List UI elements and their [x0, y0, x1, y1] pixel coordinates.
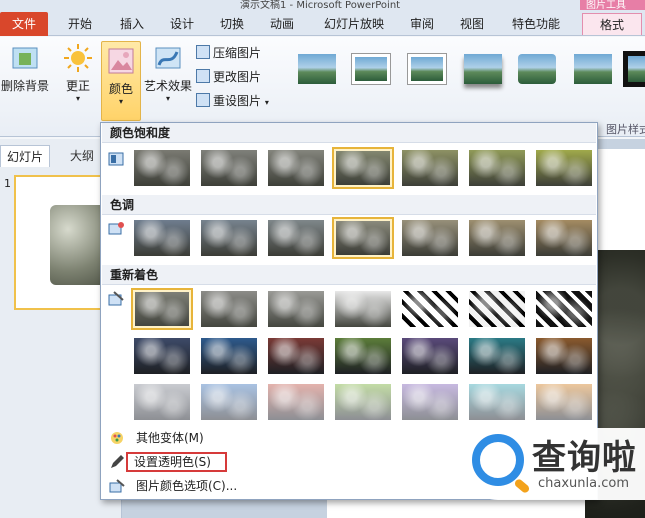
color-swatch[interactable]	[466, 381, 528, 423]
picture-style-option[interactable]	[405, 51, 449, 87]
chevron-down-icon: ▾	[75, 94, 80, 103]
color-swatch[interactable]	[466, 147, 528, 189]
reset-picture-button[interactable]: 重设图片 ▾	[196, 91, 269, 111]
artistic-effects-icon	[153, 43, 183, 73]
color-swatch[interactable]	[533, 147, 595, 189]
tab-review[interactable]: 审阅	[402, 13, 442, 35]
color-swatch[interactable]	[198, 217, 260, 259]
picture-color-icon	[106, 46, 136, 76]
chevron-down-icon: ▾	[165, 94, 170, 103]
color-tone-icon	[108, 221, 124, 237]
tab-slideshow[interactable]: 幻灯片放映	[318, 13, 390, 35]
tab-slides[interactable]: 幻灯片	[0, 145, 51, 167]
color-options-icon	[109, 478, 125, 494]
tab-special-features[interactable]: 特色功能	[506, 13, 566, 35]
color-swatch[interactable]	[131, 381, 193, 423]
color-swatch[interactable]	[198, 381, 260, 423]
color-swatch[interactable]	[533, 381, 595, 423]
color-tone-header: 色调	[102, 195, 596, 215]
color-swatch[interactable]	[466, 217, 528, 259]
artistic-effects-button[interactable]: 艺术效果 ▾	[144, 43, 192, 104]
picture-styles-gallery	[287, 41, 645, 103]
color-swatch[interactable]	[198, 147, 260, 189]
color-swatch[interactable]	[198, 335, 260, 377]
color-swatch[interactable]	[198, 288, 260, 330]
color-saturation-header: 颜色饱和度	[102, 123, 596, 143]
color-swatch[interactable]	[466, 288, 528, 330]
color-swatch[interactable]	[265, 147, 327, 189]
tab-transitions[interactable]: 切换	[212, 13, 252, 35]
color-swatch[interactable]	[332, 217, 394, 259]
tab-home[interactable]: 开始	[60, 13, 100, 35]
color-swatch[interactable]	[533, 217, 595, 259]
recolor-icon	[108, 291, 124, 307]
picture-style-option[interactable]	[571, 51, 615, 87]
recolor-header: 重新着色	[102, 265, 596, 285]
color-swatch[interactable]	[332, 335, 394, 377]
color-swatch[interactable]	[265, 288, 327, 330]
color-swatch[interactable]	[332, 288, 394, 330]
tab-outline[interactable]: 大纲	[64, 145, 100, 167]
remove-background-button[interactable]: 删除背景	[0, 43, 50, 94]
color-button[interactable]: 颜色 ▾	[101, 41, 141, 121]
saturation-icon	[108, 151, 124, 167]
color-swatch[interactable]	[131, 335, 193, 377]
tab-format[interactable]: 格式	[582, 13, 642, 35]
remove-background-icon	[10, 43, 40, 73]
tab-file[interactable]: 文件	[0, 12, 48, 36]
tab-design[interactable]: 设计	[162, 13, 202, 35]
picture-style-option[interactable]	[461, 51, 505, 87]
tab-animations[interactable]: 动画	[262, 13, 302, 35]
color-swatch[interactable]	[131, 147, 193, 189]
tab-view[interactable]: 视图	[452, 13, 492, 35]
watermark: 查询啦 chaxunla.com	[462, 428, 645, 500]
change-picture-button[interactable]: 更改图片	[196, 67, 261, 87]
color-swatch[interactable]	[399, 217, 461, 259]
color-swatch[interactable]	[399, 147, 461, 189]
color-swatch[interactable]	[399, 288, 461, 330]
color-swatch[interactable]	[265, 381, 327, 423]
picture-style-option[interactable]	[515, 51, 559, 87]
color-swatch[interactable]	[533, 288, 595, 330]
color-swatch[interactable]	[466, 335, 528, 377]
color-swatch[interactable]	[332, 147, 394, 189]
reset-picture-icon	[196, 93, 210, 107]
color-swatch[interactable]	[131, 288, 193, 330]
compress-pictures-button[interactable]: 压缩图片	[196, 43, 261, 63]
chevron-down-icon: ▾	[118, 97, 123, 106]
ribbon-tab-row: 文件 开始 插入 设计 切换 动画 幻灯片放映 审阅 视图 特色功能 格式	[0, 10, 645, 36]
picture-styles-group-label: 图片样式	[606, 123, 645, 136]
color-swatch[interactable]	[399, 335, 461, 377]
pen-icon	[109, 454, 125, 470]
slide-number: 1	[4, 177, 11, 190]
color-palette-icon	[109, 430, 125, 446]
color-swatch[interactable]	[265, 217, 327, 259]
color-swatch[interactable]	[265, 335, 327, 377]
tab-insert[interactable]: 插入	[112, 13, 152, 35]
sun-icon	[63, 43, 93, 73]
color-swatch[interactable]	[131, 217, 193, 259]
picture-tools-context-header: 图片工具	[580, 0, 645, 11]
watermark-domain: chaxunla.com	[538, 476, 629, 491]
picture-style-option[interactable]	[623, 51, 645, 87]
color-swatch[interactable]	[533, 335, 595, 377]
title-bar: 演示文稿1 - Microsoft PowerPoint 图片工具	[0, 0, 645, 11]
color-swatch[interactable]	[332, 381, 394, 423]
color-swatch[interactable]	[399, 381, 461, 423]
compress-icon	[196, 45, 210, 59]
corrections-button[interactable]: 更正 ▾	[58, 43, 98, 104]
watermark-text: 查询啦	[532, 438, 637, 478]
picture-style-option[interactable]	[295, 51, 339, 87]
picture-style-option[interactable]	[349, 51, 393, 87]
chevron-down-icon: ▾	[264, 98, 269, 107]
magnifier-logo-icon	[472, 434, 524, 486]
change-picture-icon	[196, 69, 210, 83]
